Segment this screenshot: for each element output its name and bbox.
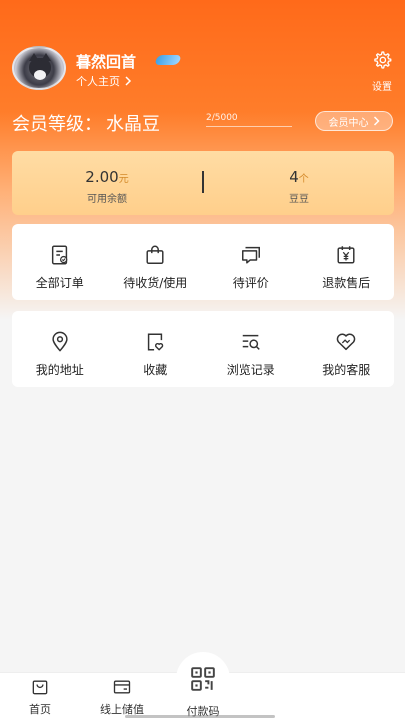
comment-icon — [241, 246, 260, 264]
level-progress-track — [206, 126, 292, 127]
my-address-button[interactable]: 我的地址 — [12, 311, 108, 387]
pending-receipt-label: 待收货/使用 — [123, 276, 188, 290]
avatar[interactable] — [12, 46, 66, 90]
chevron-right-icon — [125, 76, 132, 86]
member-level: 会员等级： 水晶豆 — [12, 110, 160, 136]
member-center-button[interactable]: 会员中心 — [315, 111, 393, 131]
browsing-history-button[interactable]: 浏览记录 — [203, 311, 299, 387]
home-bag-icon — [32, 680, 48, 695]
refund-icon — [337, 246, 355, 264]
member-center-label: 会员中心 — [328, 117, 369, 129]
home-indicator — [125, 715, 275, 718]
tools-card: 我的地址 收藏 浏览记录 我的客服 — [12, 311, 394, 387]
order-list-icon — [51, 245, 68, 265]
favorites-button[interactable]: 收藏 — [108, 311, 204, 387]
balance-item[interactable]: 2.00元 可用余额 — [12, 167, 202, 205]
member-level-label: 会员等级： — [12, 114, 102, 135]
chevron-right-icon — [373, 116, 380, 126]
wallet-icon — [113, 680, 131, 694]
tab-pay-code[interactable] — [176, 652, 230, 706]
gear-icon — [374, 51, 392, 69]
qr-code-icon — [191, 667, 215, 691]
profile-link-label: 个人主页 — [76, 75, 120, 88]
customer-service-label: 我的客服 — [322, 363, 371, 377]
refund-button[interactable]: 退款售后 — [299, 224, 395, 300]
balance-label: 可用余额 — [87, 194, 127, 205]
member-level-name: 水晶豆 — [106, 114, 160, 135]
level-progress: 2/5000 — [206, 113, 292, 129]
beans-item[interactable]: 4个 豆豆 — [204, 167, 394, 205]
beans-unit: 个 — [298, 174, 309, 185]
level-progress-text: 2/5000 — [206, 113, 238, 123]
beans-value: 4 — [289, 168, 299, 186]
orders-card: 全部订单 待收货/使用 待评价 退款售后 — [12, 224, 394, 300]
tab-home-label: 首页 — [29, 703, 51, 716]
settings-label: 设置 — [372, 82, 392, 93]
profile-link[interactable]: 个人主页 — [76, 73, 132, 89]
refund-label: 退款售后 — [322, 276, 371, 290]
customer-service-button[interactable]: 我的客服 — [299, 311, 395, 387]
my-address-label: 我的地址 — [35, 363, 84, 377]
settings-button[interactable]: 设置 — [366, 50, 398, 93]
browsing-history-label: 浏览记录 — [226, 363, 275, 377]
balance-value: 2.00 — [85, 168, 119, 186]
all-orders-button[interactable]: 全部订单 — [12, 224, 108, 300]
shopping-bag-icon — [146, 245, 164, 264]
history-icon — [242, 334, 260, 350]
beans-label: 豆豆 — [289, 194, 309, 205]
tab-stored-value[interactable]: 线上储值 — [82, 677, 162, 717]
username: 暮然回首 — [76, 53, 137, 71]
pending-review-button[interactable]: 待评价 — [203, 224, 299, 300]
favorite-icon — [148, 333, 164, 351]
favorites-label: 收藏 — [143, 363, 168, 377]
wallet-card: 2.00元 可用余额 4个 豆豆 — [12, 151, 394, 215]
all-orders-label: 全部订单 — [35, 276, 84, 290]
tab-home[interactable]: 首页 — [0, 677, 80, 717]
balance-unit: 元 — [118, 174, 129, 185]
pending-review-label: 待评价 — [232, 276, 269, 290]
service-icon — [336, 333, 356, 351]
location-icon — [52, 331, 68, 352]
avatar-cat-muzzle — [34, 70, 46, 80]
pending-receipt-button[interactable]: 待收货/使用 — [108, 224, 204, 300]
